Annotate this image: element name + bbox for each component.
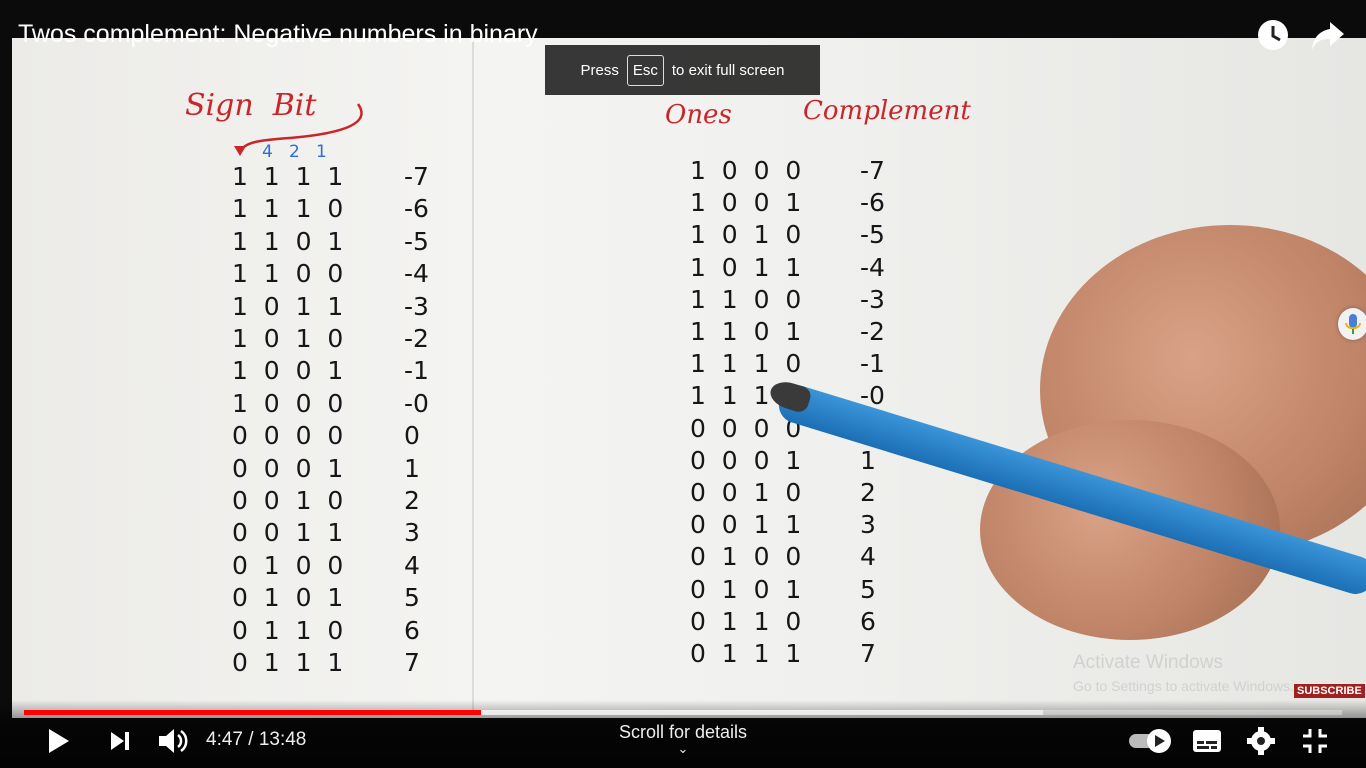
exit-fullscreen-icon[interactable] xyxy=(1302,728,1328,754)
bit-pattern: 0 1 0 0 xyxy=(690,542,802,572)
watch-later-icon[interactable] xyxy=(1256,18,1290,52)
video-frame[interactable]: Sign Bit 4 2 1 1 1 1 1 -7 1 1 1 0 -6 1 1 0 1… xyxy=(0,0,1366,768)
bit-pattern: 0 0 1 1 xyxy=(690,510,802,540)
decimal-value: -6 xyxy=(404,194,429,224)
bit-pattern: 1 0 0 1 xyxy=(690,188,802,218)
bit-pattern: 0 0 0 1 xyxy=(690,445,802,475)
bit-pattern: 0 1 0 1 xyxy=(690,574,802,604)
complement-heading: Complement xyxy=(803,96,971,126)
decimal-value: -5 xyxy=(404,226,429,256)
time-display: 4:47 / 13:48 xyxy=(206,729,307,750)
bit-pattern: 1 1 0 1 xyxy=(232,226,344,256)
paper-fold xyxy=(472,40,474,710)
bit-pattern: 1 1 1 0 xyxy=(690,349,802,379)
decimal-value: -3 xyxy=(404,291,429,321)
decimal-value: -4 xyxy=(404,259,429,289)
decimal-value: 4 xyxy=(860,542,876,572)
exit-fullscreen-toast: Press Esc to exit full screen xyxy=(545,45,820,95)
decimal-value: 6 xyxy=(860,606,876,636)
toast-press: Press xyxy=(580,61,619,79)
bit-pattern: 0 0 1 0 xyxy=(690,478,802,507)
decimal-value: -2 xyxy=(860,317,885,346)
bit-pattern: 1 0 0 0 xyxy=(232,388,344,418)
decimal-value: -4 xyxy=(860,252,885,282)
bit-pattern: 0 0 1 0 xyxy=(232,486,344,515)
settings-icon[interactable] xyxy=(1246,726,1276,756)
decimal-value: 7 xyxy=(404,648,420,677)
bit-pattern: 0 1 0 1 xyxy=(232,583,344,613)
bit-pattern: 1 0 1 0 xyxy=(232,324,344,353)
bit-pattern: 0 1 0 0 xyxy=(232,550,344,580)
bit-pattern: 0 0 0 1 xyxy=(232,453,344,483)
bit-pattern: 0 1 1 1 xyxy=(690,639,802,668)
activate-subtitle: Go to Settings to activate Windows. xyxy=(1073,678,1294,694)
bit-pattern: 1 1 1 1 xyxy=(232,162,344,191)
decimal-value: 2 xyxy=(404,486,420,515)
decimal-value: -7 xyxy=(860,156,885,185)
decimal-value: 0 xyxy=(404,421,420,451)
bit-pattern: 0 0 1 1 xyxy=(232,518,344,548)
play-icon[interactable] xyxy=(46,726,72,756)
scroll-label: Scroll for details xyxy=(618,722,748,742)
volume-icon[interactable] xyxy=(157,726,189,756)
decimal-value: -3 xyxy=(860,284,885,314)
bit-pattern: 0 0 0 0 xyxy=(232,421,344,451)
ones-heading: Ones xyxy=(665,100,732,130)
video-title[interactable]: Twos complement: Negative numbers in bin… xyxy=(18,20,538,49)
bit-pattern: 1 1 0 0 xyxy=(690,284,802,314)
played-bar xyxy=(24,710,482,715)
decimal-value: 5 xyxy=(860,574,876,604)
decimal-value: 5 xyxy=(404,583,420,613)
bit-pattern: 1 1 0 0 xyxy=(232,259,344,289)
bit-pattern: 0 1 1 0 xyxy=(232,615,344,645)
progress-bar[interactable] xyxy=(24,710,1342,715)
activate-title: Activate Windows xyxy=(1073,652,1223,673)
decimal-value: 7 xyxy=(860,639,876,668)
bit-pattern: 1 0 0 0 xyxy=(690,156,802,185)
mic-icon[interactable] xyxy=(1338,308,1366,340)
decimal-value: -5 xyxy=(860,220,885,250)
decimal-value: -1 xyxy=(404,356,429,386)
decimal-value: 3 xyxy=(860,510,876,540)
next-icon[interactable] xyxy=(108,729,132,753)
decimal-value: 3 xyxy=(404,518,420,548)
autoplay-toggle-icon[interactable] xyxy=(1128,728,1174,754)
bit-pattern: 1 0 1 1 xyxy=(690,252,802,282)
esc-key: Esc xyxy=(626,54,664,86)
bit-pattern: 0 1 1 0 xyxy=(690,606,802,636)
scroll-for-details[interactable]: Scroll for details ⌄ xyxy=(600,722,766,755)
decimal-value: -7 xyxy=(404,162,429,191)
subscribe-badge[interactable]: SUBSCRIBE xyxy=(1294,684,1365,698)
bit-pattern: 1 1 0 1 xyxy=(690,317,802,346)
chevron-down-icon: ⌄ xyxy=(677,741,689,756)
decimal-value: -1 xyxy=(860,349,885,379)
decimal-value: -2 xyxy=(404,324,429,353)
bit-pattern: 1 1 1 0 xyxy=(232,194,344,224)
bit-pattern: 1 0 0 1 xyxy=(232,356,344,386)
bit-pattern: 0 1 1 1 xyxy=(232,648,344,677)
bit-pattern: 1 0 1 1 xyxy=(232,291,344,321)
captions-icon[interactable] xyxy=(1192,729,1222,753)
decimal-value: 2 xyxy=(860,478,876,507)
activate-windows-watermark: Activate Windows Go to Settings to activ… xyxy=(1073,652,1294,694)
decimal-value: 4 xyxy=(404,550,420,580)
toast-message: to exit full screen xyxy=(671,61,785,79)
decimal-value: -6 xyxy=(860,188,885,218)
place-values: 4 2 1 xyxy=(262,142,327,162)
decimal-value: 1 xyxy=(404,453,420,483)
decimal-value: -0 xyxy=(404,388,429,418)
decimal-value: 1 xyxy=(860,445,876,475)
decimal-value: 6 xyxy=(404,615,420,645)
share-icon[interactable] xyxy=(1310,20,1346,52)
bit-pattern: 1 0 1 0 xyxy=(690,220,802,250)
